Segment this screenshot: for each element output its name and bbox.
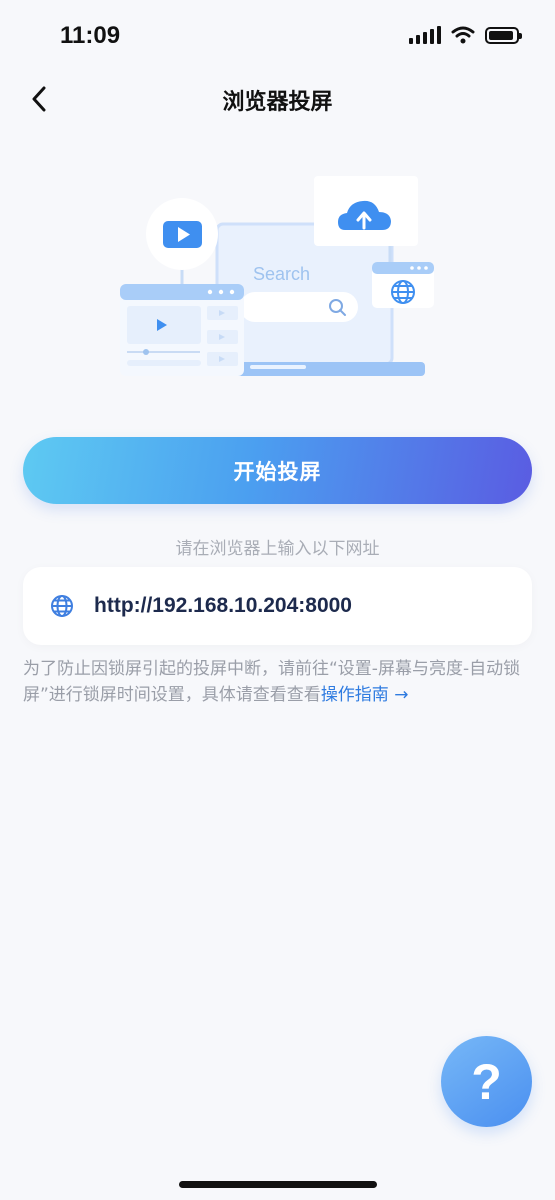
home-indicator [179, 1181, 377, 1188]
guide-link[interactable]: 操作指南 [321, 685, 389, 705]
wifi-icon [451, 26, 475, 44]
search-label: Search [253, 264, 310, 284]
cellular-signal-icon [409, 26, 441, 44]
status-icons [409, 26, 522, 44]
url-hint: 请在浏览器上输入以下网址 [175, 539, 380, 559]
help-button[interactable]: ? [441, 1036, 532, 1127]
url-address[interactable]: http://192.168.10.204:8000 [94, 594, 352, 618]
screen-cast-illustration: Search [120, 176, 434, 376]
url-card[interactable]: http://192.168.10.204:8000 [23, 567, 532, 645]
start-casting-button[interactable]: 开始投屏 [23, 437, 532, 504]
lock-screen-note: 为了防止因锁屏引起的投屏中断，请前往“设置-屏幕与亮度-自动锁屏”进行锁屏时间设… [23, 656, 535, 708]
note-text: 为了防止因锁屏引起的投屏中断，请前往“设置-屏幕与亮度-自动锁屏”进行锁屏时间设… [23, 659, 521, 705]
page-title: 浏览器投屏 [222, 90, 333, 115]
search-box [240, 292, 358, 322]
nav-bar: 浏览器投屏 [0, 74, 555, 124]
status-bar: 11:09 [0, 0, 555, 74]
arrow-right-icon[interactable]: → [394, 685, 408, 705]
screen: 11:09 浏览器投屏 Search 开始投屏 请在浏览器上输入以下网址 htt… [0, 0, 555, 1200]
status-time: 11:09 [60, 22, 121, 49]
globe-icon [51, 595, 73, 617]
battery-icon [485, 26, 522, 44]
question-mark-icon: ? [471, 1053, 502, 1110]
